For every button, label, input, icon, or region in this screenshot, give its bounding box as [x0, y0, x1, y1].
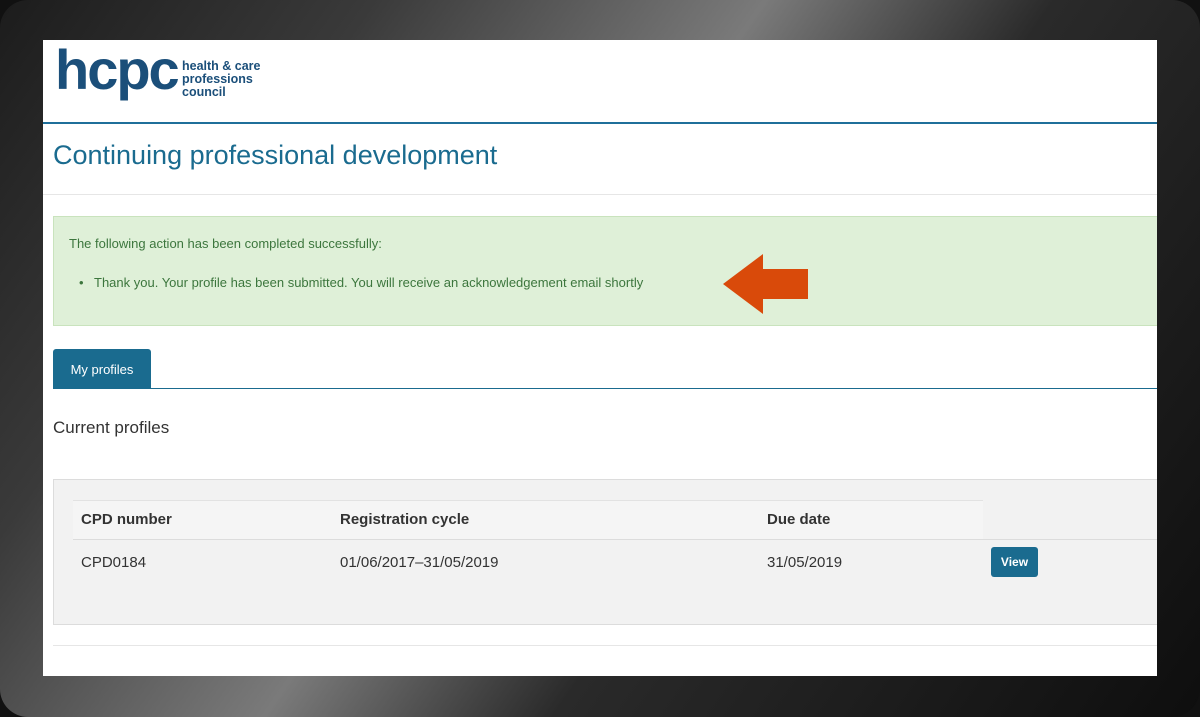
- column-header-cpd-number: CPD number: [81, 511, 172, 528]
- divider: [53, 645, 1157, 646]
- site-header: hcpc health & care professions council: [43, 40, 1157, 124]
- alert-message-list: • Thank you. Your profile has been submi…: [79, 275, 644, 290]
- alert-message: • Thank you. Your profile has been submi…: [79, 275, 644, 290]
- profiles-table-panel: CPD number Registration cycle Due date C…: [53, 479, 1157, 625]
- divider: [43, 194, 1157, 195]
- column-header-registration-cycle: Registration cycle: [340, 511, 470, 528]
- row-divider: [73, 539, 1157, 540]
- cell-cpd-number: CPD0184: [81, 554, 147, 571]
- hcpc-logo[interactable]: hcpc: [55, 42, 180, 98]
- cell-registration-cycle: 01/06/2017–31/05/2019: [340, 554, 499, 571]
- page-title: Continuing professional development: [53, 140, 498, 170]
- logo-wordmark: health & care professions council: [182, 60, 261, 99]
- cell-due-date: 31/05/2019: [767, 554, 843, 571]
- column-header-due-date: Due date: [767, 511, 831, 528]
- arrow-shape: [723, 254, 808, 314]
- table-header-row: [73, 500, 983, 540]
- view-profile-button[interactable]: View: [991, 547, 1038, 577]
- success-alert: The following action has been completed …: [53, 216, 1157, 326]
- tab-my-profiles[interactable]: My profiles: [53, 349, 151, 389]
- left-arrow-icon: [723, 254, 808, 314]
- bullet-icon: •: [79, 275, 84, 290]
- tab-underline: [53, 388, 1157, 389]
- browser-viewport: hcpc health & care professions council C…: [43, 40, 1157, 676]
- logo-word: council: [182, 85, 226, 99]
- alert-message-text: Thank you. Your profile has been submitt…: [94, 275, 644, 290]
- section-title: Current profiles: [53, 418, 170, 437]
- alert-heading: The following action has been completed …: [69, 236, 382, 251]
